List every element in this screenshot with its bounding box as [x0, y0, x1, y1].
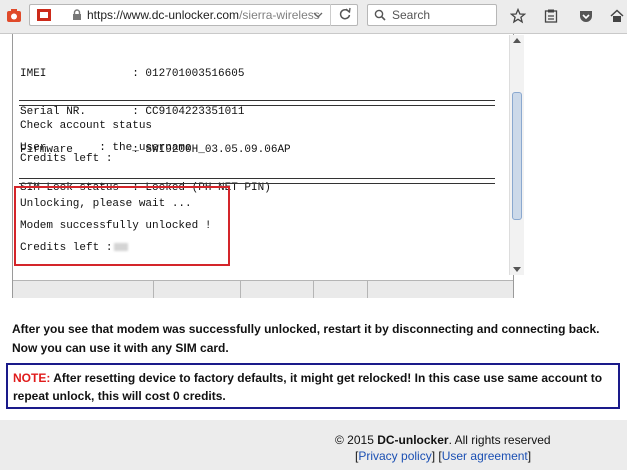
reload-icon — [339, 7, 351, 20]
pocket-icon — [580, 11, 592, 22]
reading-list-button[interactable] — [541, 6, 561, 26]
menu-button[interactable] — [4, 6, 24, 26]
chevron-down-icon[interactable] — [313, 10, 323, 20]
status-bar — [13, 280, 513, 298]
status-separator — [367, 281, 368, 298]
note-box: NOTE: After resetting device to factory … — [6, 363, 620, 409]
instructions-paragraph: After you see that modem was successfull… — [12, 322, 600, 355]
url-bar[interactable]: https://www.dc-unlocker.com/sierra-wirel… — [29, 4, 358, 26]
red-tag-icon — [7, 9, 21, 22]
reload-button[interactable] — [330, 4, 358, 26]
scroll-down-arrow[interactable] — [513, 267, 521, 272]
copyright: © 2015 DC-unlocker. All rights reserved — [335, 433, 551, 447]
home-icon — [610, 9, 624, 22]
scroll-up-arrow[interactable] — [513, 38, 521, 43]
note-text: After resetting device to factory defaul… — [13, 371, 603, 403]
url-text: https://www.dc-unlocker.com/sierra-wirel… — [87, 8, 320, 22]
scroll-thumb[interactable] — [512, 92, 522, 220]
user-agreement-link[interactable]: User agreement — [442, 449, 528, 463]
unlock-result-highlight — [14, 186, 230, 266]
browser-toolbar: https://www.dc-unlocker.com/sierra-wirel… — [0, 0, 627, 34]
search-icon — [374, 9, 386, 21]
page-footer: © 2015 DC-unlocker. All rights reserved … — [0, 420, 627, 470]
url-host: https://www.dc-unlocker.com — [87, 8, 240, 22]
status-separator — [153, 281, 154, 298]
brand-name: DC-unlocker — [377, 433, 449, 447]
url-path: /sierra-wireless — [239, 8, 320, 22]
info-line-imei: IMEI : 012701003516605 — [20, 68, 245, 81]
star-icon — [510, 8, 526, 24]
divider — [19, 178, 495, 184]
privacy-policy-link[interactable]: Privacy policy — [358, 449, 431, 463]
copyright-suffix: . All rights reserved — [448, 433, 551, 447]
clipboard-icon — [544, 9, 558, 23]
note-label: NOTE: — [13, 371, 51, 385]
lock-icon — [73, 9, 81, 20]
search-placeholder: Search — [392, 8, 431, 22]
pocket-button[interactable] — [576, 6, 596, 26]
credits-line: Credits left : — [20, 153, 113, 165]
bookmark-star-button[interactable] — [508, 6, 528, 26]
search-bar[interactable]: Search — [367, 4, 497, 26]
check-account-title: Check account status — [20, 120, 153, 132]
divider — [19, 100, 495, 106]
site-favicon — [37, 9, 51, 21]
status-separator — [313, 281, 314, 298]
info-line-serial: Serial NR. : CC9104223351011 — [20, 105, 245, 118]
copyright-prefix: © 2015 — [335, 433, 378, 447]
footer-links: [Privacy policy] [User agreement] — [355, 449, 532, 463]
home-button[interactable] — [607, 6, 627, 26]
vertical-scrollbar[interactable] — [509, 35, 524, 275]
status-separator — [240, 281, 241, 298]
